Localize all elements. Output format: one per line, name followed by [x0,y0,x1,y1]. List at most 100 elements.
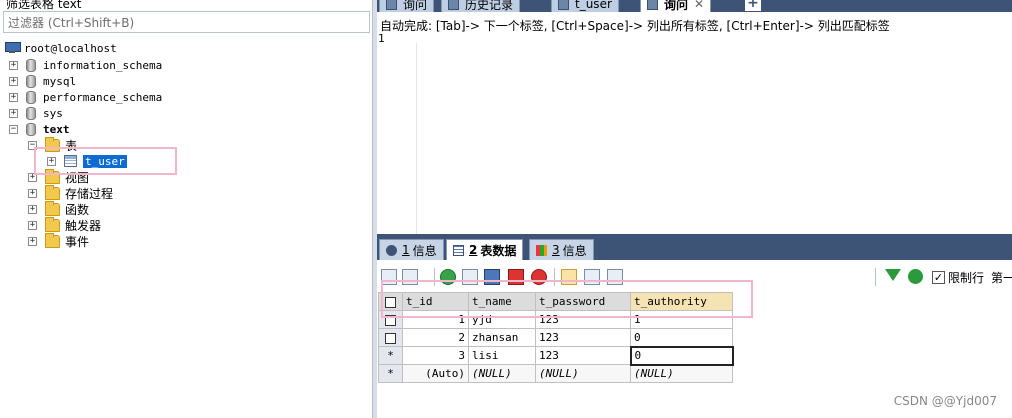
tree-db-sys[interactable]: + sys [9,105,63,121]
db-label: performance_schema [43,90,163,104]
database-icon [26,74,36,88]
cell[interactable]: (NULL) [535,364,631,383]
expand-icon[interactable]: + [9,76,18,86]
db-label: mysql [43,74,77,88]
limit-rows-checkbox[interactable]: ✓ [932,271,945,284]
watermark: CSDN @@Yjd007 [893,394,997,408]
folder-label: 函数 [65,202,90,217]
database-icon [26,90,36,104]
tree-folder-triggers[interactable]: + 触发器 [28,216,101,233]
expand-icon[interactable]: + [28,236,37,246]
folder-icon [45,184,60,200]
table-row[interactable]: * 3 lisi 123 0 [378,345,734,366]
cell[interactable]: 0 [630,328,733,347]
db-label: information_schema [43,58,163,72]
cell[interactable]: (NULL) [630,364,733,383]
cell[interactable]: lisi [468,346,536,365]
tree-root[interactable]: root@localhost [4,40,117,56]
filter-input[interactable]: 过滤器 (Ctrl+Shift+B) [3,11,370,33]
tab-table-data[interactable]: 2 表数据 [446,239,524,260]
tree-folder-functions[interactable]: + 函数 [28,200,90,217]
cell[interactable]: 2 [402,328,469,347]
server-icon [4,42,21,54]
result-tab-bar: 1 信息 2 表数据 3 信息 [377,234,1012,260]
database-icon [26,106,36,120]
tab-number: 1 [402,243,410,257]
highlight-box [381,280,753,318]
tab-label: t_user [575,0,612,11]
highlight-box [34,147,177,175]
cell[interactable]: (Auto) [402,364,469,383]
sql-editor[interactable]: 自动完成: [Tab]-> 下一个标签, [Ctrl+Space]-> 列出所有… [377,12,1012,234]
toolbar-separator [875,268,876,286]
root-label: root@localhost [24,41,117,55]
row-marker[interactable]: * [378,364,403,383]
tab-history[interactable]: 历史记录 [441,0,521,12]
tab-info-1[interactable]: 1 信息 [379,239,444,260]
selected-cell[interactable]: 0 [629,345,734,366]
cell[interactable]: (NULL) [468,364,536,383]
line-number: 1 [378,32,385,45]
database-icon [26,122,36,136]
tab-label: 询问 [403,0,428,12]
tab-number: 2 [469,243,478,257]
tab-label: 表数据 [480,243,517,258]
expand-icon[interactable]: + [28,188,37,198]
folder-label: 存储过程 [65,186,114,201]
tree-db-text[interactable]: − text [9,121,70,137]
info-icon [386,244,397,256]
tab-info-3[interactable]: 3 信息 [529,239,594,260]
table-row[interactable]: 2 zhansan 123 0 [378,328,733,347]
folder-label: 事件 [65,234,90,249]
row-checkbox[interactable] [385,332,396,344]
folder-icon [45,216,60,232]
object-browser: 筛选表格 text 过滤器 (Ctrl+Shift+B) root@localh… [0,0,372,418]
cell[interactable]: 3 [402,346,469,365]
folder-icon [45,232,60,248]
autocomplete-hint: 自动完成: [Tab]-> 下一个标签, [Ctrl+Space]-> 列出所有… [380,19,890,33]
limit-rows-label: 限制行 [948,271,985,285]
tab-label: 信息 [562,243,587,258]
tab-t-user[interactable]: t_user [551,0,619,12]
tree-folder-events[interactable]: + 事件 [28,232,90,249]
expand-icon[interactable]: + [28,204,37,214]
first-row-label: 第一 [991,271,1012,285]
db-label: text [43,122,70,136]
query-area: 询问 历史记录 t_user 询问 ✕ + 自动完成: [Tab]-> 下一个标… [377,0,1012,418]
expand-icon[interactable]: + [9,60,18,70]
cell[interactable]: 123 [535,346,631,365]
expand-icon[interactable]: + [9,108,18,118]
database-icon [26,58,36,72]
query-icon [647,0,658,10]
filter-icon[interactable] [885,269,901,281]
close-icon[interactable]: ✕ [694,0,704,11]
tree-folder-procedures[interactable]: + 存储过程 [28,184,114,201]
table-icon [558,0,569,10]
row-marker[interactable]: * [378,346,403,365]
row-selector[interactable] [378,328,403,347]
cell[interactable]: 123 [535,328,631,347]
query-tab-bar: 询问 历史记录 t_user 询问 ✕ + [377,0,1012,12]
tab-query-1[interactable]: 询问 [379,0,435,12]
tab-label: 历史记录 [465,0,514,12]
expand-icon[interactable]: + [28,220,37,230]
tab-label: 信息 [412,243,437,258]
grid-icon [453,244,464,256]
multi-info-icon [536,244,547,256]
history-icon [448,0,459,10]
add-tab-button[interactable]: + [745,0,761,11]
tree-db-performance-schema[interactable]: + performance_schema [9,89,162,105]
collapse-icon[interactable]: − [9,124,18,134]
tree-db-information-schema[interactable]: + information_schema [9,57,162,73]
gutter-divider [416,43,417,234]
tab-number: 3 [552,243,560,257]
folder-icon [45,200,60,216]
refresh-icon[interactable] [908,269,923,284]
tree-db-mysql[interactable]: + mysql [9,73,76,89]
expand-icon[interactable]: + [9,92,18,102]
new-row[interactable]: * (Auto) (NULL) (NULL) (NULL) [378,364,733,383]
tab-query-active[interactable]: 询问 ✕ [640,0,712,12]
cell[interactable]: zhansan [468,328,536,347]
db-label: sys [43,106,63,120]
query-icon [386,0,397,10]
